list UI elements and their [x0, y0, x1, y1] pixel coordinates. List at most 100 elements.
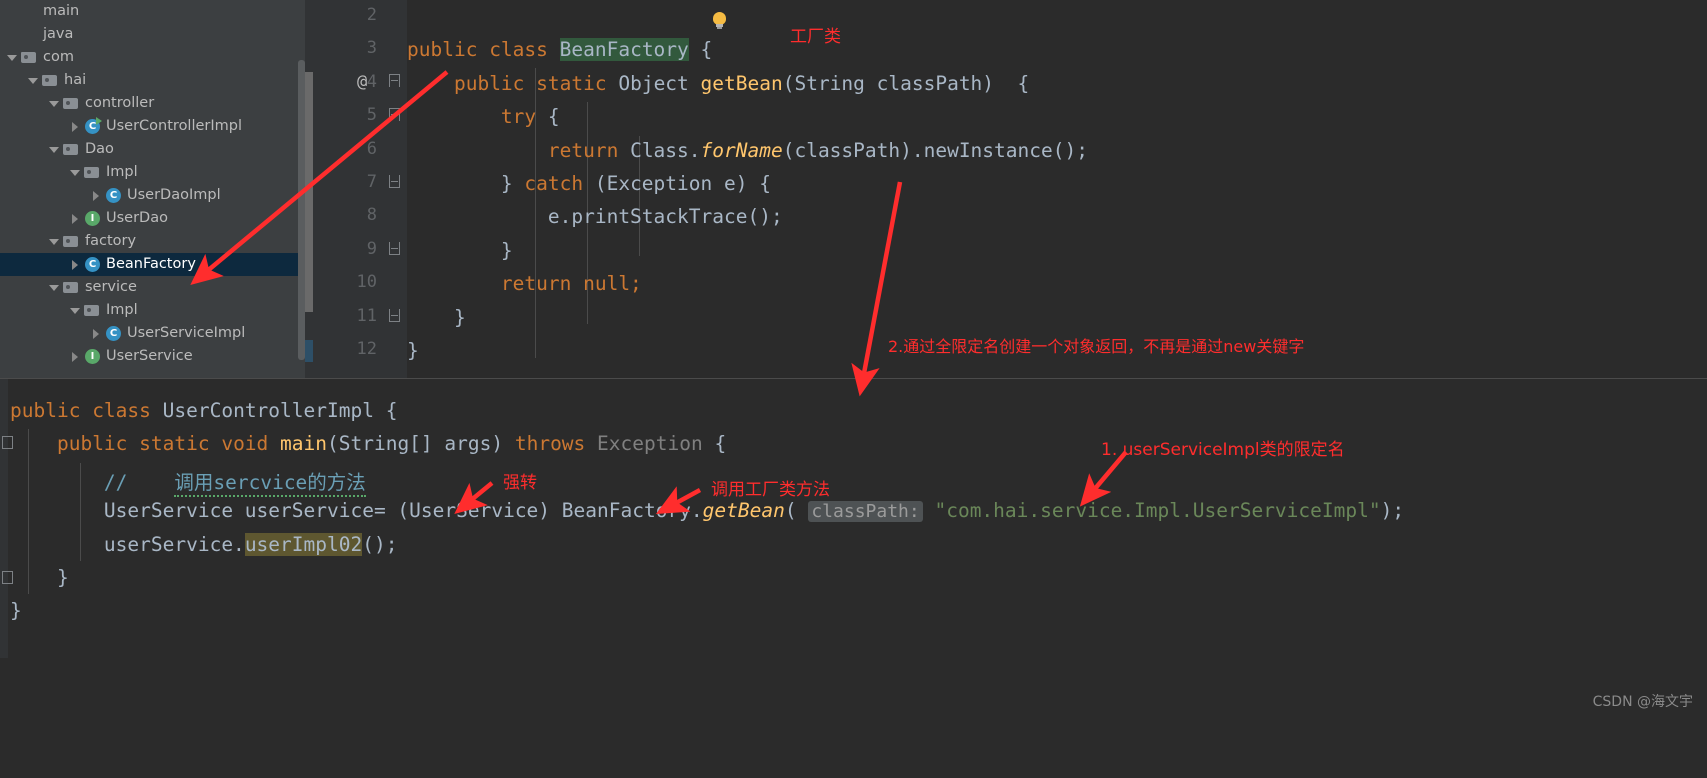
chevron-down-icon[interactable]: [67, 161, 83, 184]
code-token: Class.: [630, 138, 701, 162]
code-line[interactable]: userService.userImpl02();: [10, 532, 397, 556]
chevron-down-icon[interactable]: [46, 230, 62, 253]
code-token: (String classPath) {: [782, 71, 1030, 95]
code-line[interactable]: return Class.forName(classPath).newInsta…: [407, 139, 1088, 162]
tree-item-label: java: [43, 26, 74, 42]
code-token: userService.: [10, 532, 245, 556]
chevron-down-icon[interactable]: [25, 69, 41, 92]
ide-screenshot: main java com hai controller UserControllerIm…: [0, 0, 1707, 778]
editor-fold-strip[interactable]: [383, 0, 407, 378]
tree-item-service[interactable]: service: [0, 276, 305, 299]
code-token: public: [407, 38, 490, 62]
project-tree-panel[interactable]: main java com hai controller UserControllerIm…: [0, 0, 305, 378]
code-line[interactable]: try {: [407, 105, 560, 128]
bottom-editor-code-area[interactable]: public class UserControllerImpl { public…: [2, 379, 1707, 658]
chevron-down-icon[interactable]: [46, 92, 62, 115]
tree-item-controller[interactable]: controller: [0, 92, 305, 115]
code-token: }: [407, 305, 466, 329]
fold-handle[interactable]: [389, 309, 400, 322]
fold-handle[interactable]: [389, 74, 400, 87]
chevron-right-icon[interactable]: [88, 184, 104, 207]
tree-item-label: service: [85, 279, 137, 295]
editor-beanfactory[interactable]: 2 3 4 5 6 7 8 9 10 11 12 @ public class BeanFactor…: [305, 0, 1707, 378]
fold-handle[interactable]: [389, 242, 400, 255]
override-marker[interactable]: @: [357, 72, 367, 92]
intention-bulb-icon[interactable]: [712, 12, 728, 32]
code-line[interactable]: public static Object getBean(String clas…: [407, 72, 1029, 95]
code-token: }: [407, 172, 525, 195]
chevron-down-icon[interactable]: [67, 299, 83, 322]
code-token: Object: [618, 71, 701, 95]
code-line[interactable]: return null;: [407, 272, 642, 295]
tree-item-impl[interactable]: Impl: [0, 299, 305, 322]
code-token: return: [547, 138, 631, 162]
tree-item-factory[interactable]: factory: [0, 230, 305, 253]
folder-icon: [62, 92, 82, 115]
chevron-right-icon[interactable]: [88, 322, 104, 345]
code-token: {: [373, 399, 398, 422]
code-token: {: [536, 105, 560, 129]
code-line[interactable]: }: [407, 239, 513, 262]
annotation-create-by-fqn: 2.通过全限定名创建一个对象返回，不再是通过new关键字: [888, 337, 1305, 356]
chevron-down-icon[interactable]: [4, 46, 20, 69]
code-line[interactable]: }: [10, 566, 69, 589]
code-token: }: [407, 238, 513, 262]
code-line[interactable]: public class BeanFactory {: [407, 38, 713, 62]
tree-item-com[interactable]: com: [0, 46, 305, 69]
code-line[interactable]: }: [407, 339, 419, 362]
tree-item-impl[interactable]: Impl: [0, 161, 305, 184]
code-token: {: [688, 38, 713, 62]
tree-item-label: BeanFactory: [106, 256, 196, 272]
tree-item-usercontrollerimpl[interactable]: UserControllerImpl: [0, 115, 305, 138]
tree-item-userdaoimpl[interactable]: UserDaoImpl: [0, 184, 305, 207]
tree-item-hai[interactable]: hai: [0, 69, 305, 92]
code-token: {: [702, 432, 727, 456]
code-line[interactable]: UserService userService= (UserService) B…: [10, 499, 1404, 523]
code-token: throws: [514, 432, 598, 456]
code-token: forName: [700, 138, 783, 162]
editor-gutter-annotations: @: [313, 0, 383, 378]
tree-item-label: UserService: [106, 348, 193, 364]
tree-item-beanfactory[interactable]: BeanFactory: [0, 253, 305, 276]
annotation-cast: 强转: [503, 473, 537, 493]
code-token: UserControllerImpl: [162, 399, 374, 422]
code-line[interactable]: } catch (Exception e) {: [407, 172, 771, 195]
tree-item-userdao[interactable]: UserDao: [0, 207, 305, 230]
fold-handle[interactable]: [389, 108, 400, 121]
folder-icon: [20, 46, 40, 69]
editor-code-area[interactable]: public class BeanFactory { public static…: [407, 0, 1707, 378]
chevron-down-icon[interactable]: [46, 276, 62, 299]
code-token: }: [407, 339, 419, 362]
code-line[interactable]: public static void main(String[] args) t…: [10, 432, 726, 455]
tree-item-main[interactable]: main: [0, 0, 305, 23]
tree-item-label: UserDaoImpl: [127, 187, 221, 203]
code-line[interactable]: e.printStackTrace();: [407, 205, 783, 228]
twisty-spacer: [4, 23, 20, 46]
code-line[interactable]: }: [10, 599, 22, 622]
fold-handle[interactable]: [389, 175, 400, 188]
code-line[interactable]: public class UserControllerImpl {: [10, 399, 397, 422]
code-token: 调用sercvice的方法: [174, 470, 366, 497]
tree-item-label: main: [43, 3, 80, 19]
chevron-right-icon[interactable]: [67, 115, 83, 138]
project-tree-scrollbar[interactable]: [298, 60, 305, 360]
code-line[interactable]: }: [407, 306, 466, 329]
chevron-down-icon[interactable]: [46, 138, 62, 161]
chevron-right-icon[interactable]: [67, 207, 83, 230]
folder-icon: [83, 161, 103, 184]
chevron-right-icon[interactable]: [67, 253, 83, 276]
editor-left-strip: [305, 0, 313, 378]
tree-item-userserviceimpl[interactable]: UserServiceImpl: [0, 322, 305, 345]
code-token: UserService userService= (UserService) B…: [10, 499, 703, 523]
tree-item-java[interactable]: java: [0, 23, 305, 46]
chevron-right-icon[interactable]: [67, 345, 83, 368]
code-line[interactable]: // 调用sercvice的方法: [10, 466, 366, 497]
java-class-icon: [83, 253, 103, 276]
tree-item-userservice[interactable]: UserService: [0, 345, 305, 368]
tree-item-label: factory: [85, 233, 137, 249]
tree-item-dao[interactable]: Dao: [0, 138, 305, 161]
code-token: (Exception e) {: [583, 172, 771, 195]
editor-usercontrollerimpl[interactable]: public class UserControllerImpl { public…: [0, 378, 1707, 658]
